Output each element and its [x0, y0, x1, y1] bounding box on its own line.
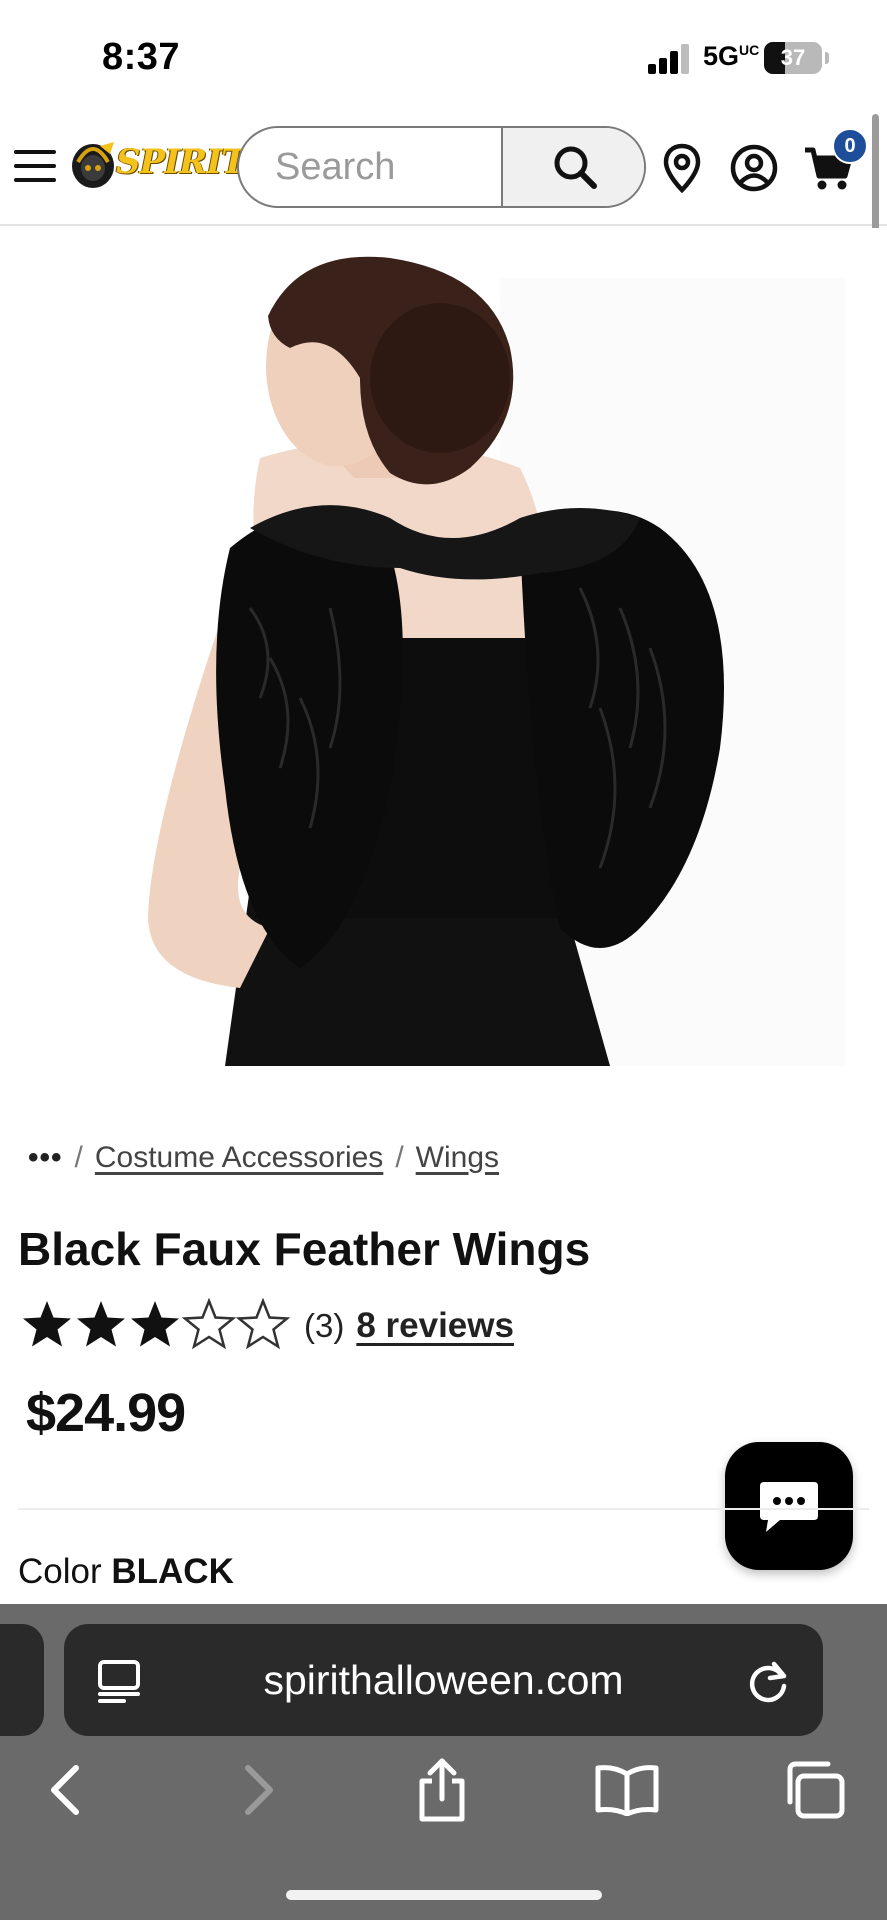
hamburger-menu-icon[interactable] — [14, 150, 58, 184]
color-selection-label: Color BLACK — [18, 1552, 234, 1592]
battery-level: 37 — [780, 45, 806, 70]
share-icon — [419, 1758, 465, 1822]
status-time: 8:37 — [102, 36, 181, 78]
product-price: $24.99 — [26, 1383, 186, 1443]
cart-count-badge: 0 — [832, 128, 868, 164]
network-label: 5G — [703, 41, 740, 71]
spirit-logo[interactable]: SPIRIT — [70, 136, 246, 192]
network-indicator: 5GUC — [703, 41, 759, 72]
bookmarks-button[interactable] — [589, 1752, 665, 1828]
chevron-left-icon — [51, 1765, 79, 1815]
chevron-right-icon — [245, 1765, 273, 1815]
store-locator-button[interactable] — [654, 140, 710, 196]
product-image[interactable] — [0, 228, 887, 1068]
cellular-signal-icon — [648, 44, 690, 74]
address-bar[interactable]: spirithalloween.com — [64, 1624, 823, 1736]
search-input[interactable] — [239, 128, 501, 206]
breadcrumb-link-wings[interactable]: Wings — [416, 1141, 499, 1175]
rating-stars — [20, 1297, 290, 1355]
star-filled-icon — [77, 1300, 125, 1346]
breadcrumb-separator: / — [74, 1141, 83, 1174]
account-button[interactable] — [726, 140, 782, 196]
color-label: Color — [18, 1552, 102, 1591]
search-button[interactable] — [501, 128, 644, 206]
star-empty-icon — [236, 1297, 290, 1349]
color-value: BLACK — [111, 1552, 234, 1591]
section-divider — [18, 1508, 869, 1510]
url-text: spirithalloween.com — [263, 1657, 624, 1703]
breadcrumb-more-button[interactable]: ••• — [28, 1141, 63, 1175]
previous-tab-preview[interactable] — [0, 1624, 44, 1736]
breadcrumb-separator: / — [395, 1141, 404, 1174]
product-rating[interactable]: (3) 8 reviews — [20, 1296, 514, 1356]
logo-wordmark: SPIRIT — [116, 142, 246, 182]
book-icon — [595, 1765, 659, 1816]
status-bar: 8:37 5GUC 37 — [0, 0, 887, 110]
star-filled-icon — [131, 1300, 179, 1346]
tabs-icon — [787, 1761, 845, 1819]
breadcrumb: ••• / Costume Accessories / Wings — [28, 1138, 499, 1178]
battery-cap — [825, 52, 829, 64]
product-title: Black Faux Feather Wings — [18, 1223, 591, 1275]
black-feather-wings-photo — [0, 228, 887, 1068]
browser-toolbar: spirithalloween.com — [0, 1604, 887, 1920]
tabs-button[interactable] — [776, 1752, 852, 1828]
breadcrumb-link-costume-accessories[interactable]: Costume Accessories — [95, 1141, 383, 1175]
rating-count: (3) — [304, 1307, 345, 1344]
search-icon — [554, 146, 597, 189]
search-box — [237, 126, 646, 208]
star-filled-icon — [23, 1300, 71, 1346]
site-header: SPIRIT 0 — [0, 110, 887, 226]
forward-button[interactable] — [220, 1752, 296, 1828]
location-pin-icon — [663, 143, 701, 193]
battery-icon: 37 — [764, 42, 822, 74]
share-button[interactable] — [404, 1752, 480, 1828]
back-button[interactable] — [28, 1752, 104, 1828]
reload-icon[interactable] — [744, 1656, 794, 1706]
network-suffix: UC — [739, 42, 760, 58]
user-account-icon — [730, 144, 778, 192]
home-indicator[interactable] — [286, 1890, 602, 1900]
chat-bubble-icon — [760, 1482, 818, 1532]
star-empty-icon — [182, 1297, 236, 1349]
reaper-logo-icon — [72, 142, 114, 188]
chat-button[interactable] — [725, 1442, 853, 1570]
reviews-link[interactable]: 8 reviews — [356, 1306, 514, 1346]
